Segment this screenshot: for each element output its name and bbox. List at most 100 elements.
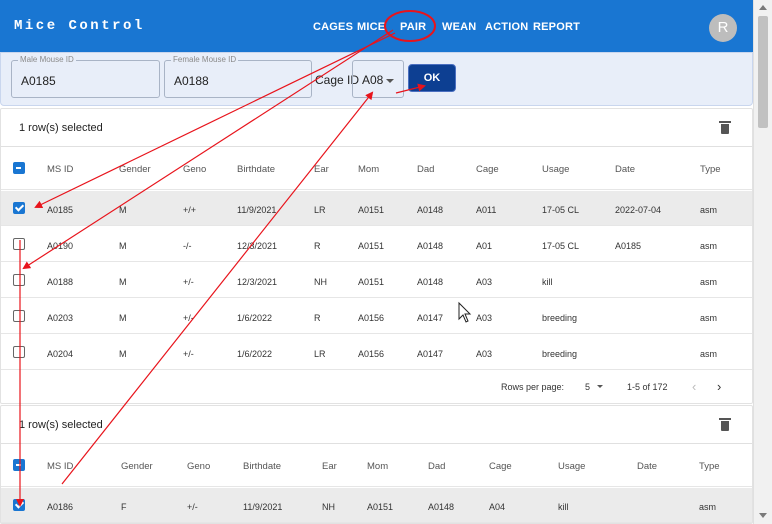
col-header[interactable]: Ear bbox=[322, 461, 337, 472]
male-mouse-label: Male Mouse ID bbox=[18, 55, 76, 64]
avatar[interactable]: R bbox=[709, 14, 737, 42]
scroll-down-icon[interactable] bbox=[759, 513, 767, 518]
col-header[interactable]: Usage bbox=[558, 461, 585, 472]
cell-type: asm bbox=[699, 502, 717, 512]
cell-gender: M bbox=[119, 241, 127, 251]
next-page-icon[interactable]: › bbox=[717, 380, 721, 393]
female-mouse-value[interactable]: A0188 bbox=[174, 74, 209, 88]
table-row[interactable]: A0188 M +/- 12/3/2021 NH A0151 A0148 A03… bbox=[1, 263, 752, 298]
row-checkbox[interactable] bbox=[13, 238, 25, 250]
male-mouse-value[interactable]: A0185 bbox=[21, 74, 56, 88]
cell-gender: M bbox=[119, 205, 127, 215]
cell-dad: A0148 bbox=[428, 502, 455, 512]
delete-icon[interactable] bbox=[719, 121, 731, 135]
cell-mom: A0151 bbox=[358, 241, 385, 251]
cell-birthdate: 11/9/2021 bbox=[243, 502, 283, 512]
row-checkbox[interactable] bbox=[13, 202, 25, 214]
col-header[interactable]: MS ID bbox=[47, 461, 73, 472]
cell-cage: A04 bbox=[489, 502, 506, 512]
col-header[interactable]: Date bbox=[615, 164, 635, 175]
rows-per-page-label: Rows per page: bbox=[501, 382, 565, 392]
table-row[interactable]: A0186 F +/- 11/9/2021 NH A0151 A0148 A04… bbox=[1, 488, 752, 523]
scroll-up-icon[interactable] bbox=[759, 5, 767, 10]
cell-ms-id: A0203 bbox=[47, 313, 74, 323]
cell-geno: +/+ bbox=[183, 205, 197, 215]
col-header[interactable]: Geno bbox=[187, 461, 210, 472]
nav-wean[interactable]: WEAN bbox=[442, 21, 476, 33]
cell-ms-id: A0185 bbox=[47, 205, 74, 215]
page-range: 1-5 of 172 bbox=[627, 382, 668, 392]
cell-ms-id: A0190 bbox=[47, 241, 74, 251]
cell-birthdate: 1/6/2022 bbox=[237, 349, 273, 359]
col-header[interactable]: Date bbox=[637, 461, 657, 472]
cell-birthdate: 12/3/2021 bbox=[237, 241, 278, 251]
col-header[interactable]: Dad bbox=[417, 164, 434, 175]
cell-cage: A03 bbox=[476, 349, 493, 359]
cell-ear: LR bbox=[314, 205, 326, 215]
nav-action[interactable]: ACTION bbox=[485, 21, 528, 33]
col-header[interactable]: Geno bbox=[183, 164, 206, 175]
scroll-thumb[interactable] bbox=[758, 16, 768, 128]
col-header[interactable]: Cage bbox=[489, 461, 512, 472]
page-scrollbar[interactable] bbox=[753, 0, 772, 524]
row-checkbox[interactable] bbox=[13, 499, 25, 511]
nav-report[interactable]: REPORT bbox=[533, 21, 580, 33]
col-header[interactable]: Gender bbox=[121, 461, 153, 472]
cage-id-select[interactable]: A08 bbox=[352, 60, 404, 98]
col-header[interactable]: MS ID bbox=[47, 164, 73, 175]
cell-mom: A0151 bbox=[358, 277, 385, 287]
cell-type: asm bbox=[700, 349, 718, 359]
col-header[interactable]: Mom bbox=[358, 164, 379, 175]
cell-ms-id: A0186 bbox=[47, 502, 74, 512]
row-checkbox[interactable] bbox=[13, 274, 25, 286]
cell-mom: A0156 bbox=[358, 349, 385, 359]
nav-mice[interactable]: MICE bbox=[357, 21, 385, 33]
table-row[interactable]: A0204 M +/- 1/6/2022 LR A0156 A0147 A03 … bbox=[1, 335, 752, 370]
cell-gender: M bbox=[119, 349, 127, 359]
cell-geno: +/- bbox=[183, 313, 194, 323]
col-header[interactable]: Type bbox=[699, 461, 720, 472]
caret-down-icon[interactable] bbox=[597, 385, 603, 388]
cell-ear: R bbox=[314, 241, 321, 251]
prev-page-icon[interactable]: ‹ bbox=[692, 380, 696, 393]
rows-per-page-select[interactable]: 5 bbox=[585, 382, 590, 392]
cell-ms-id: A0188 bbox=[47, 277, 74, 287]
table-toolbar: 1 row(s) selected bbox=[1, 109, 752, 147]
select-all-checkbox[interactable] bbox=[13, 459, 25, 471]
col-header[interactable]: Birthdate bbox=[237, 164, 275, 175]
cell-geno: +/- bbox=[187, 502, 198, 512]
caret-down-icon bbox=[386, 79, 394, 83]
col-header[interactable]: Type bbox=[700, 164, 721, 175]
col-header[interactable]: Dad bbox=[428, 461, 445, 472]
table-row[interactable]: A0203 M +/- 1/6/2022 R A0156 A0147 A03 b… bbox=[1, 299, 752, 334]
row-checkbox[interactable] bbox=[13, 310, 25, 322]
cell-usage: breeding bbox=[542, 349, 578, 359]
col-header[interactable]: Cage bbox=[476, 164, 499, 175]
col-header[interactable]: Ear bbox=[314, 164, 329, 175]
cell-geno: +/- bbox=[183, 349, 194, 359]
cell-dad: A0147 bbox=[417, 349, 444, 359]
table-header: MS ID Gender Geno Birthdate Ear Mom Dad … bbox=[1, 445, 752, 487]
table-row[interactable]: A0185 M +/+ 11/9/2021 LR A0151 A0148 A01… bbox=[1, 191, 752, 226]
cell-type: asm bbox=[700, 313, 718, 323]
cell-usage: 17-05 CL bbox=[542, 205, 580, 215]
delete-icon[interactable] bbox=[719, 418, 731, 432]
cell-usage: kill bbox=[558, 502, 569, 512]
nav-pair[interactable]: PAIR bbox=[400, 21, 426, 33]
ok-button[interactable]: OK bbox=[408, 64, 456, 92]
col-header[interactable]: Usage bbox=[542, 164, 569, 175]
cell-geno: -/- bbox=[183, 241, 192, 251]
row-checkbox[interactable] bbox=[13, 346, 25, 358]
cell-geno: +/- bbox=[183, 277, 194, 287]
col-header[interactable]: Birthdate bbox=[243, 461, 281, 472]
female-mouse-field[interactable]: Female Mouse ID A0188 bbox=[164, 55, 312, 98]
select-all-checkbox[interactable] bbox=[13, 162, 25, 174]
cell-dad: A0148 bbox=[417, 205, 444, 215]
nav-cages[interactable]: CAGES bbox=[313, 21, 353, 33]
cell-cage: A011 bbox=[476, 205, 497, 215]
table-row[interactable]: A0190 M -/- 12/3/2021 R A0151 A0148 A01 … bbox=[1, 227, 752, 262]
col-header[interactable]: Mom bbox=[367, 461, 388, 472]
cage-id-value: A08 bbox=[362, 73, 384, 87]
male-mouse-field[interactable]: Male Mouse ID A0185 bbox=[11, 55, 160, 98]
col-header[interactable]: Gender bbox=[119, 164, 151, 175]
